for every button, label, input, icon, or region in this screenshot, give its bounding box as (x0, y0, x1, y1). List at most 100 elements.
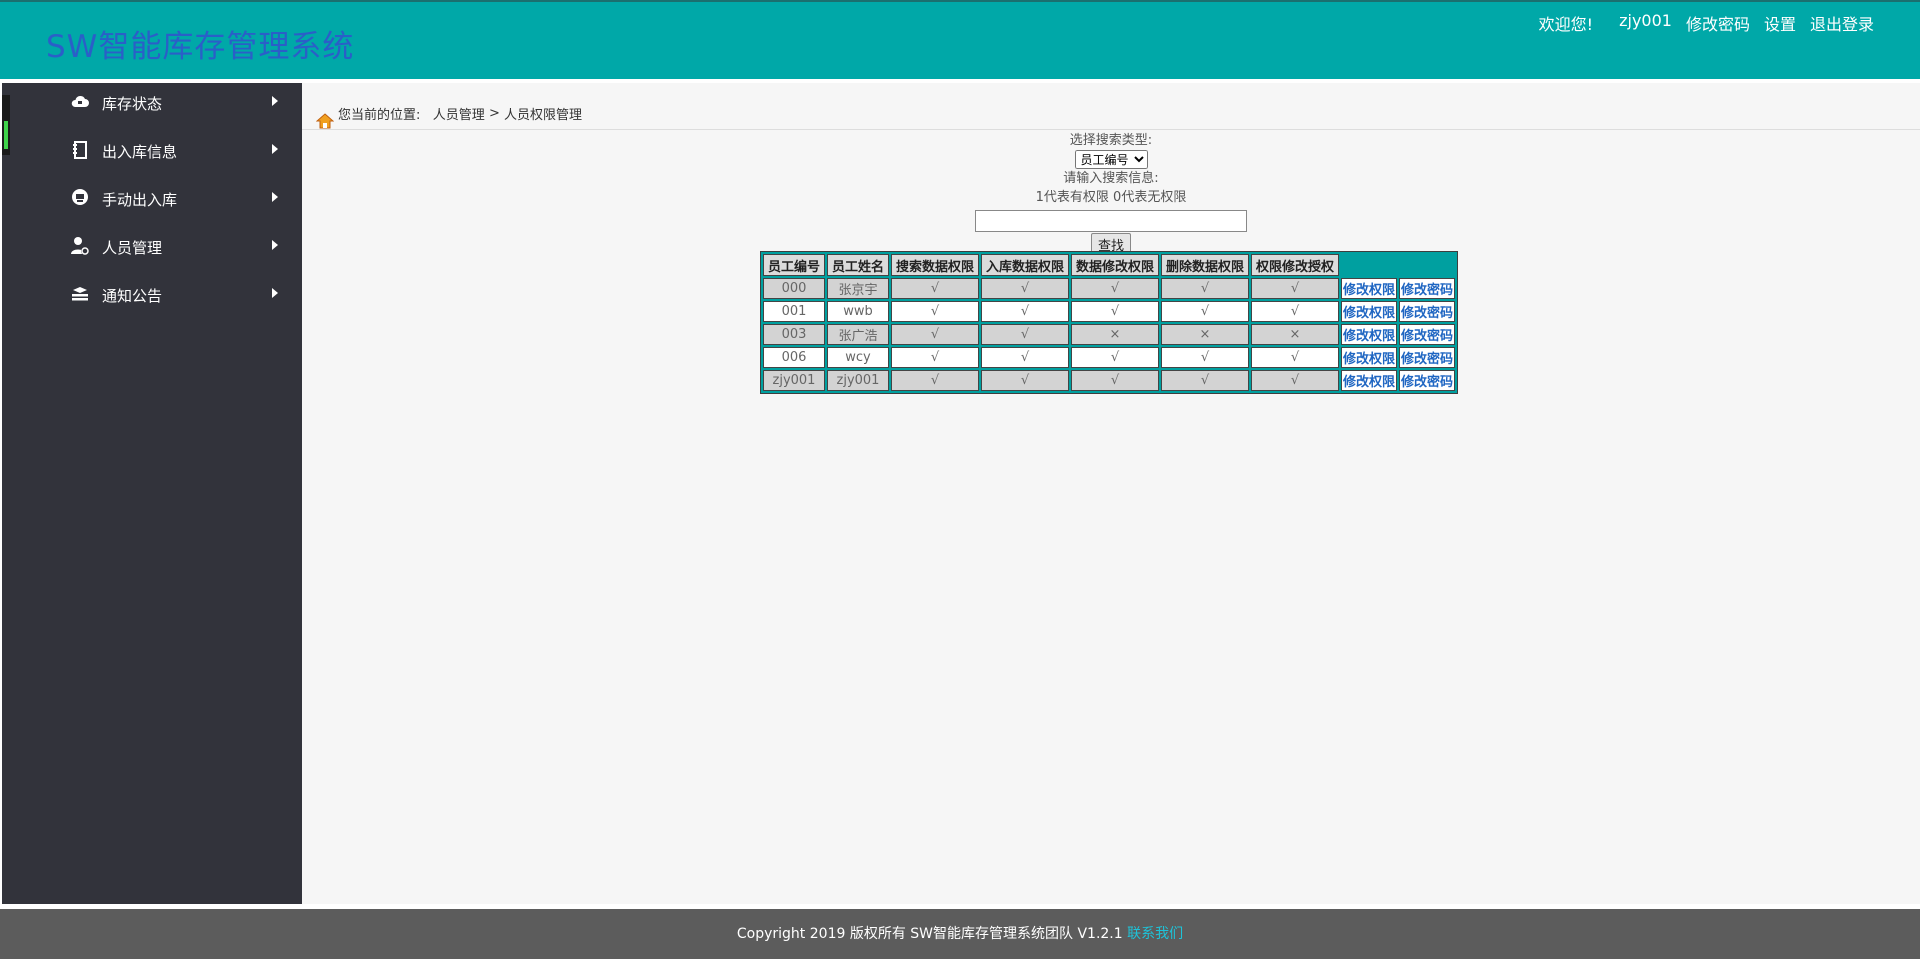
edit-password-link[interactable]: 修改密码 (1400, 348, 1454, 367)
sidebar-item-label: 库存状态 (102, 95, 163, 113)
permission-cell: √ (981, 324, 1069, 345)
sidebar-item-label: 通知公告 (102, 287, 163, 305)
home-icon (316, 113, 334, 129)
breadcrumb-separator: > (488, 105, 500, 121)
permission-cell: √ (891, 347, 979, 368)
sidebar-item-manual-inout[interactable]: 手动出入库 (2, 179, 302, 219)
column-header-blank (1399, 254, 1456, 276)
sidebar-item-staff-management[interactable]: 人员管理 (2, 227, 302, 267)
notebook-icon (73, 141, 87, 159)
caret-right-icon (272, 96, 278, 106)
action-cell: 修改密码 (1399, 324, 1456, 345)
sidebar-item-notices[interactable]: 通知公告 (2, 275, 302, 315)
column-header: 员工编号 (763, 254, 825, 276)
divider (302, 129, 1920, 130)
column-header: 数据修改权限 (1071, 254, 1159, 276)
edit-permission-link[interactable]: 修改权限 (1342, 302, 1396, 321)
employee-id-cell: 000 (763, 278, 825, 299)
permission-cell: √ (1161, 347, 1249, 368)
permission-cell: √ (981, 347, 1069, 368)
breadcrumb-prefix: 您当前的位置: (338, 107, 421, 123)
top-nav: 欢迎您! zjy001 修改密码 设置 退出登录 (1525, 11, 1874, 35)
search-input[interactable] (975, 210, 1247, 232)
employee-name-cell: wcy (827, 347, 889, 368)
copyright-text: Copyright 2019 版权所有 SW智能库存管理系统团队 V1.2.1 (736, 926, 1123, 942)
column-header: 权限修改授权 (1251, 254, 1339, 276)
settings-link[interactable]: 设置 (1764, 11, 1796, 35)
permission-cell: √ (891, 278, 979, 299)
search-hint: 1代表有权限 0代表无权限 (1035, 190, 1187, 205)
sidebar-item-label: 人员管理 (102, 239, 163, 257)
edit-password-link[interactable]: 修改密码 (1400, 279, 1454, 298)
employee-id-cell: 006 (763, 347, 825, 368)
edit-permission-link[interactable]: 修改权限 (1342, 325, 1396, 344)
column-header: 删除数据权限 (1161, 254, 1249, 276)
column-header: 入库数据权限 (981, 254, 1069, 276)
permission-cell: √ (981, 278, 1069, 299)
edit-password-link[interactable]: 修改密码 (1400, 325, 1454, 344)
table-row: 001 wwb √ √ √ √ √ 修改权限 修改密码 (763, 301, 1456, 322)
permission-cell: √ (1251, 301, 1339, 322)
employee-name-cell: 张京宇 (827, 278, 889, 299)
employee-id-cell: 003 (763, 324, 825, 345)
column-header: 搜索数据权限 (891, 254, 979, 276)
permission-cell: √ (1161, 370, 1249, 391)
breadcrumb: 您当前的位置: 人员管理 > 人员权限管理 (316, 97, 582, 129)
table-row: zjy001 zjy001 √ √ √ √ √ 修改权限 修改密码 (763, 370, 1456, 391)
table-header-row: 员工编号 员工姓名 搜索数据权限 入库数据权限 数据修改权限 删除数据权限 权限… (763, 254, 1456, 276)
action-cell: 修改权限 (1341, 324, 1398, 345)
action-cell: 修改权限 (1341, 301, 1398, 322)
username-link[interactable]: zjy001 (1619, 11, 1672, 35)
breadcrumb-level2: 人员权限管理 (504, 107, 583, 123)
app-title: SW智能库存管理系统 (46, 29, 355, 65)
column-header-blank (1341, 254, 1398, 276)
permission-cell: × (1161, 324, 1249, 345)
edit-permission-link[interactable]: 修改权限 (1342, 371, 1396, 390)
permission-table: 员工编号 员工姓名 搜索数据权限 入库数据权限 数据修改权限 删除数据权限 权限… (760, 251, 1459, 394)
edit-permission-link[interactable]: 修改权限 (1342, 348, 1396, 367)
caret-right-icon (272, 288, 278, 298)
permission-cell: × (1251, 324, 1339, 345)
sidebar-item-inout-info[interactable]: 出入库信息 (2, 131, 302, 171)
cloud-icon (71, 95, 89, 107)
table-row: 000 张京宇 √ √ √ √ √ 修改权限 修改密码 (763, 278, 1456, 299)
welcome-text: 欢迎您! (1538, 15, 1594, 34)
permission-cell: √ (1251, 347, 1339, 368)
employee-name-cell: zjy001 (827, 370, 889, 391)
top-header: SW智能库存管理系统 欢迎您! zjy001 修改密码 设置 退出登录 (0, 0, 1920, 79)
search-input-label: 请输入搜索信息: (1063, 171, 1159, 186)
edit-password-link[interactable]: 修改密码 (1400, 371, 1454, 390)
sidebar-item-inventory-status[interactable]: 库存状态 (2, 83, 302, 123)
main-content: 您当前的位置: 人员管理 > 人员权限管理 选择搜索类型: 员工编号 请输入搜索… (302, 83, 1920, 904)
action-cell: 修改权限 (1341, 278, 1398, 299)
permission-cell: √ (891, 301, 979, 322)
caret-right-icon (272, 240, 278, 250)
action-cell: 修改密码 (1399, 347, 1456, 368)
employee-id-cell: 001 (763, 301, 825, 322)
permission-cell: √ (1161, 301, 1249, 322)
permission-cell: × (1071, 324, 1159, 345)
permission-cell: √ (981, 301, 1069, 322)
user-gear-icon (71, 237, 89, 255)
permission-cell: √ (1071, 278, 1159, 299)
stack-icon (72, 287, 88, 301)
table-row: 006 wcy √ √ √ √ √ 修改权限 修改密码 (763, 347, 1456, 368)
change-password-link[interactable]: 修改密码 (1686, 11, 1750, 35)
column-header: 员工姓名 (827, 254, 889, 276)
edit-permission-link[interactable]: 修改权限 (1342, 279, 1396, 298)
edit-password-link[interactable]: 修改密码 (1400, 302, 1454, 321)
search-type-select[interactable]: 员工编号 (1074, 150, 1148, 169)
permission-cell: √ (1251, 370, 1339, 391)
caret-right-icon (272, 192, 278, 202)
search-form: 选择搜索类型: 员工编号 请输入搜索信息: 1代表有权限 0代表无权限 查找 (302, 131, 1920, 256)
employee-id-cell: zjy001 (763, 370, 825, 391)
breadcrumb-level1[interactable]: 人员管理 (433, 104, 485, 123)
logout-link[interactable]: 退出登录 (1810, 11, 1874, 35)
sidebar: 库存状态 出入库信息 手动出入库 人员管理 通知公告 (2, 83, 302, 904)
permission-cell: √ (891, 370, 979, 391)
permission-cell: √ (1161, 278, 1249, 299)
table-row: 003 张广浩 √ √ × × × 修改权限 修改密码 (763, 324, 1456, 345)
footer: Copyright 2019 版权所有 SW智能库存管理系统团队 V1.2.1 … (0, 909, 1920, 959)
permission-cell: √ (891, 324, 979, 345)
contact-us-link[interactable]: 联系我们 (1127, 926, 1183, 942)
